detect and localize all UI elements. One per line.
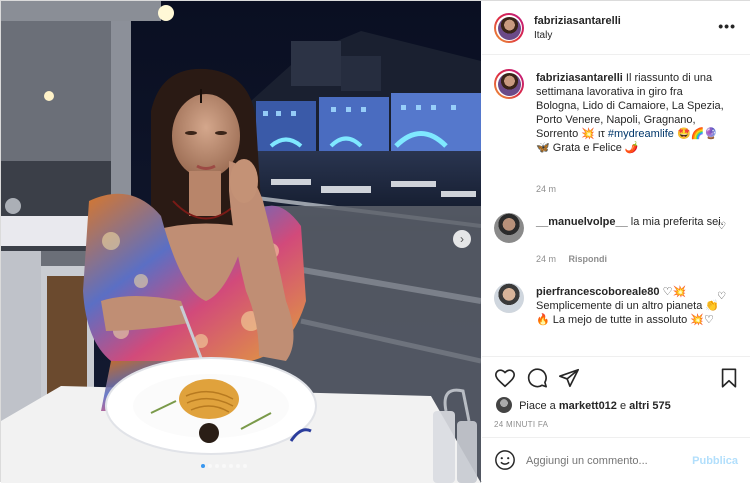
liker-username[interactable]: markett012 [559, 400, 617, 412]
likes-prefix: Piace a [519, 400, 556, 412]
more-options-icon[interactable]: ••• [718, 18, 736, 34]
liker-avatar [496, 397, 512, 413]
likes-summary[interactable]: Piace a markett012 e altri 575 [496, 397, 671, 413]
heart-icon[interactable] [494, 367, 516, 389]
comment-meta: 24 m Rispondi [536, 254, 607, 264]
post-side-panel: fabriziasantarelli Italy ••• fabriziasan… [482, 1, 750, 483]
carousel-dot [215, 464, 219, 468]
comment-like-icon[interactable]: ♡ [717, 221, 726, 232]
next-arrow-icon[interactable]: › [453, 230, 471, 248]
share-icon[interactable] [558, 367, 580, 389]
comment-item: __manuelvolpe__ la mia preferita sei. ♡ … [494, 213, 744, 275]
caption-time: 24 m [536, 184, 557, 194]
caption-hashtag[interactable]: #mydreamlife [608, 128, 674, 140]
comment-icon[interactable] [526, 367, 548, 389]
caption-tail: Grata e Felice 🌶️ [552, 142, 639, 154]
caption: fabriziasantarelli Il riassunto di una s… [494, 69, 744, 199]
commenter-avatar[interactable] [494, 283, 524, 313]
comment-like-icon[interactable]: ♡ [717, 291, 726, 302]
carousel-dot [243, 464, 247, 468]
likes-middle: e [619, 400, 627, 412]
carousel-dot [229, 464, 233, 468]
post-modal: › fabriziasantarelli Italy ••• fabrizias… [0, 0, 750, 483]
comment-time: 24 m [536, 254, 557, 264]
carousel-dot [201, 464, 205, 468]
author-avatar[interactable] [494, 13, 524, 43]
carousel-dot [222, 464, 226, 468]
post-location[interactable]: Italy [534, 30, 552, 41]
caption-body: fabriziasantarelli Il riassunto di una s… [536, 71, 726, 155]
post-timestamp[interactable]: 24 MINUTI FA [494, 420, 548, 429]
likes-others[interactable]: altri 575 [629, 400, 671, 412]
comment-text: la mia preferita sei. [630, 216, 724, 228]
carousel-dot [236, 464, 240, 468]
reply-button[interactable]: Rispondi [569, 254, 608, 264]
comments-list: fabriziasantarelli Il riassunto di una s… [482, 55, 750, 355]
commenter-avatar[interactable] [494, 213, 524, 243]
carousel-indicator [201, 464, 247, 468]
post-header: fabriziasantarelli Italy ••• [482, 1, 750, 55]
comment-username[interactable]: pierfrancescoboreale80 [536, 286, 660, 298]
caption-username[interactable]: fabriziasantarelli [536, 72, 623, 84]
bookmark-icon[interactable] [718, 367, 740, 389]
photo-illustration [1, 1, 481, 483]
post-photo[interactable]: › [1, 1, 481, 483]
publish-button[interactable]: Pubblica [692, 455, 738, 467]
emoji-icon[interactable] [494, 449, 516, 471]
author-username[interactable]: fabriziasantarelli [534, 15, 621, 27]
caption-avatar[interactable] [494, 69, 524, 99]
comment-body: __manuelvolpe__ la mia preferita sei. [536, 215, 726, 229]
comment-input[interactable] [526, 452, 676, 470]
add-comment-bar: Pubblica [482, 437, 750, 483]
comment-body: pierfrancescoboreale80 ♡💥 Semplicemente … [536, 285, 726, 327]
comment-username[interactable]: __manuelvolpe__ [536, 216, 628, 228]
comment-item: pierfrancescoboreale80 ♡💥 Semplicemente … [494, 283, 744, 355]
carousel-dot [208, 464, 212, 468]
